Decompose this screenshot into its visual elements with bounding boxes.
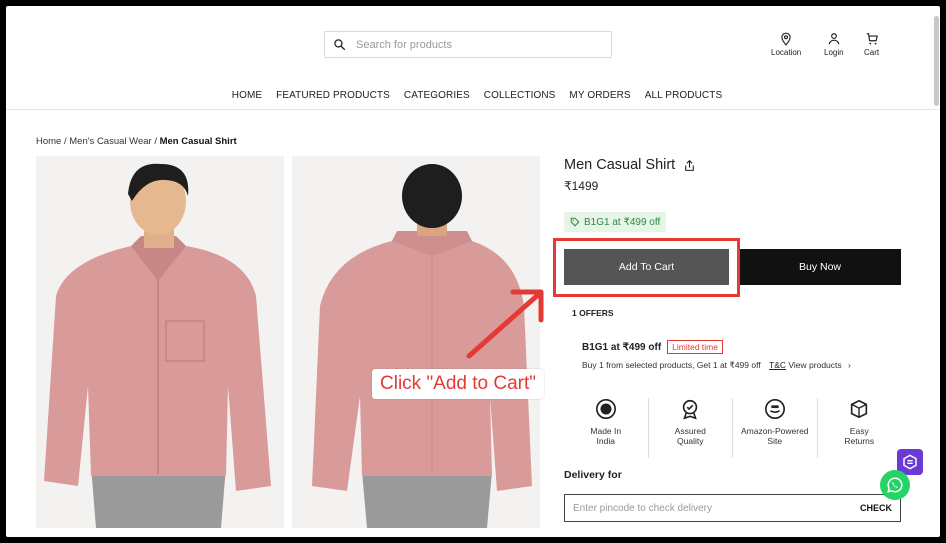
feature-label-2: India	[596, 436, 615, 446]
offer-description: Buy 1 from selected products, Get 1 at ₹…	[582, 360, 851, 371]
offer-desc-text: Buy 1 from selected products, Get 1 at ₹…	[582, 360, 761, 370]
tc-link[interactable]: T&C	[769, 360, 786, 370]
annotation-callout: Click "Add to Cart"	[372, 369, 545, 399]
breadcrumb-separator: /	[151, 136, 160, 147]
main-nav: HOME FEATURED PRODUCTS CATEGORIES COLLEC…	[6, 90, 940, 101]
nav-categories[interactable]: CATEGORIES	[404, 90, 470, 101]
product-image-front[interactable]	[36, 156, 284, 528]
pincode-input[interactable]	[573, 502, 833, 514]
location-label: Location	[771, 48, 802, 57]
buy-now-button[interactable]: Buy Now	[739, 249, 901, 285]
login-button[interactable]: Login	[824, 32, 844, 57]
location-icon	[781, 32, 791, 46]
nav-home[interactable]: HOME	[232, 90, 262, 101]
nav-featured-products[interactable]: FEATURED PRODUCTS	[276, 90, 390, 101]
feature-label-2: Returns	[844, 436, 875, 446]
check-button[interactable]: CHECK	[860, 503, 892, 513]
nav-collections[interactable]: COLLECTIONS	[484, 90, 556, 101]
cart-icon	[866, 33, 878, 45]
breadcrumb: Home / Men's Casual Wear / Men Casual Sh…	[36, 136, 237, 147]
assured-quality-icon	[683, 399, 698, 420]
feature-easy-returns: Easy Returns	[818, 398, 902, 458]
site-header: Location Login Cart HOME FEATURED PRODUC…	[6, 6, 940, 110]
whatsapp-icon[interactable]	[880, 470, 910, 500]
made-in-india-icon	[595, 399, 616, 419]
feature-made-in-india: Made In India	[564, 398, 649, 458]
tag-icon	[570, 217, 580, 227]
location-button[interactable]: Location	[771, 32, 801, 57]
nav-my-orders[interactable]: MY ORDERS	[569, 90, 630, 101]
offer-tag-label: B1G1 at ₹499 off	[584, 216, 661, 228]
share-icon[interactable]	[683, 159, 696, 172]
search-bar[interactable]	[324, 31, 612, 58]
feature-amazon-powered: Amazon-Powered Site	[733, 398, 818, 458]
amazon-powered-icon	[764, 399, 785, 419]
nav-all-products[interactable]: ALL PRODUCTS	[645, 90, 723, 101]
breadcrumb-category[interactable]: Men's Casual Wear	[69, 136, 151, 147]
chevron-right-icon: ›	[848, 360, 851, 370]
offers-count: 1 OFFERS	[572, 308, 614, 318]
feature-label-2: Site	[767, 436, 783, 446]
feature-label-1: Assured	[674, 426, 706, 436]
easy-returns-icon	[851, 399, 868, 419]
product-price: ₹1499	[564, 179, 599, 193]
view-products-link[interactable]: View products	[788, 360, 841, 370]
limited-time-badge: Limited time	[667, 340, 723, 354]
search-input[interactable]	[356, 38, 596, 51]
model-front-illustration	[36, 156, 284, 528]
breadcrumb-current: Men Casual Shirt	[159, 136, 237, 147]
feature-label-1: Made In	[590, 426, 622, 436]
browser-frame: Location Login Cart HOME FEATURED PRODUC…	[6, 6, 940, 537]
offer-details: B1G1 at ₹499 off Limited time Buy 1 from…	[582, 340, 851, 371]
feature-label-1: Easy	[849, 426, 869, 436]
offer-tag: B1G1 at ₹499 off	[564, 212, 667, 232]
login-label: Login	[824, 48, 844, 57]
feature-label-2: Quality	[677, 436, 704, 446]
scrollbar[interactable]	[934, 16, 939, 106]
feature-assured-quality: Assured Quality	[649, 398, 733, 458]
feature-label-1: Amazon-Powered	[740, 426, 809, 436]
annotation-arrow	[466, 289, 544, 359]
pincode-box: CHECK	[564, 494, 901, 522]
feature-strip: Made In India Assured Quality Amazon-Pow…	[564, 398, 901, 458]
offer-name: B1G1 at ₹499 off	[582, 341, 662, 353]
user-icon	[828, 33, 840, 45]
product-title-row: Men Casual Shirt	[564, 157, 696, 173]
product-title: Men Casual Shirt	[564, 157, 676, 173]
delivery-label: Delivery for	[564, 469, 622, 481]
cart-label: Cart	[864, 48, 880, 57]
breadcrumb-home[interactable]: Home	[36, 136, 61, 147]
cart-button[interactable]: Cart	[864, 32, 879, 57]
highlight-box	[553, 238, 740, 297]
search-icon	[334, 39, 346, 51]
